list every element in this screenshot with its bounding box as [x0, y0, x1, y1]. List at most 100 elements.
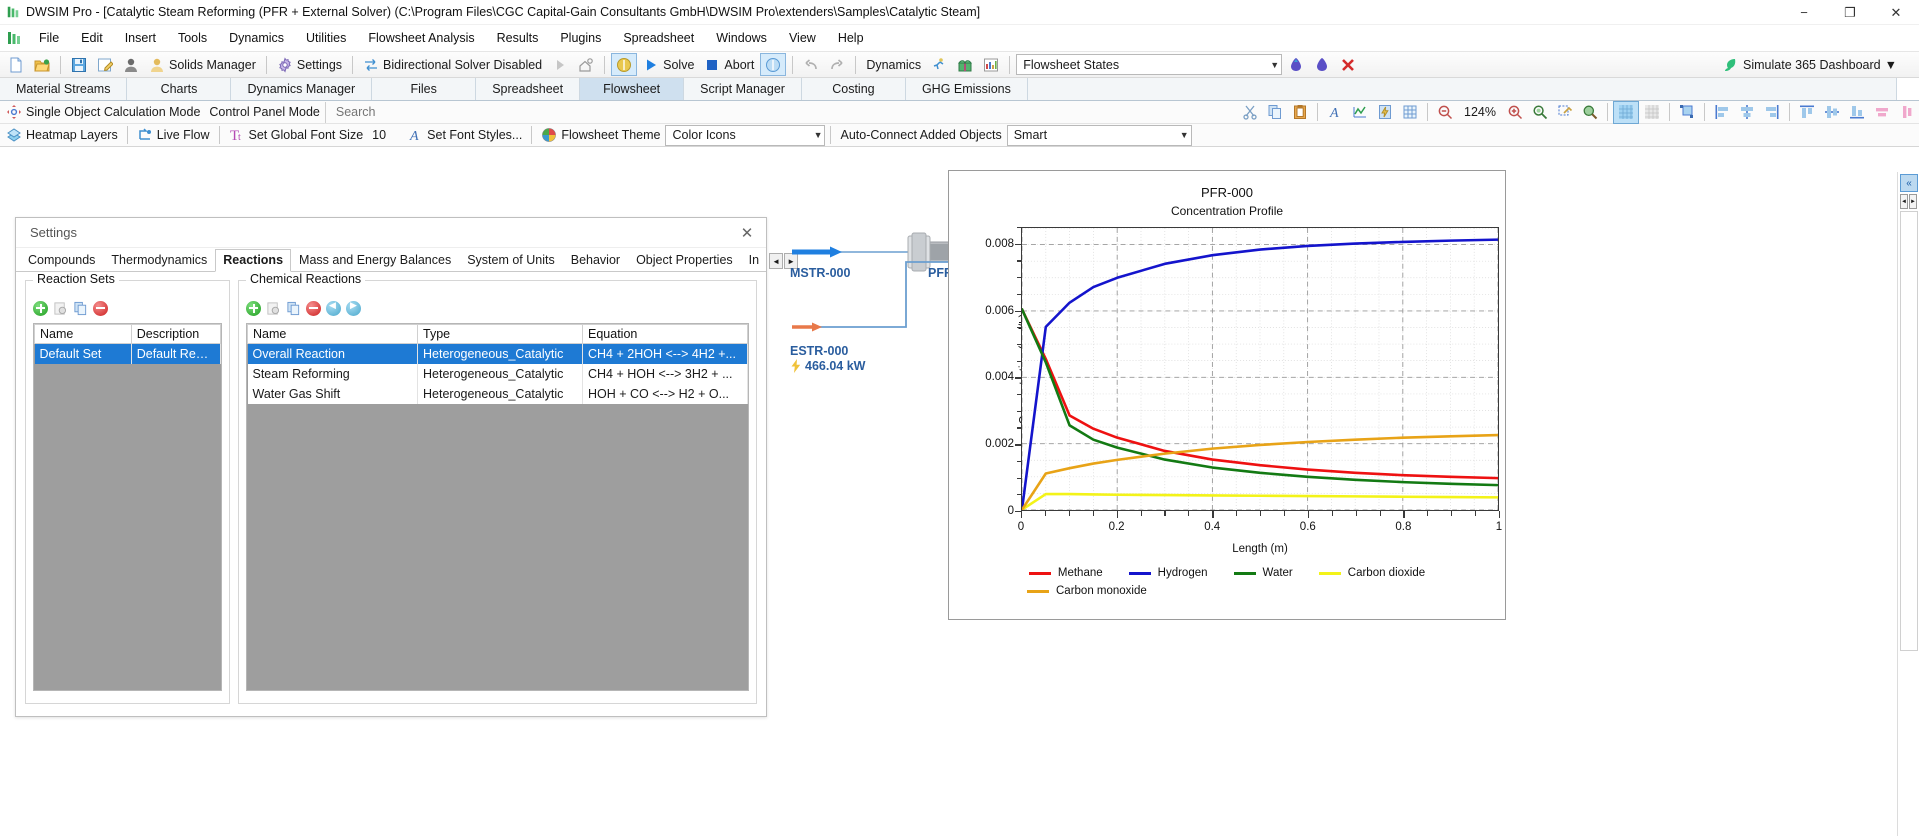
dock-prev-button[interactable]: ◄: [1900, 194, 1908, 209]
align-bottom-button[interactable]: [1845, 101, 1869, 124]
snap-toggle-button[interactable]: [1640, 101, 1664, 124]
plot-area[interactable]: [1020, 227, 1500, 511]
table-row[interactable]: Default Set Default Reaction ...: [34, 343, 221, 364]
save-button[interactable]: [67, 53, 91, 76]
solve-button[interactable]: Solve: [639, 53, 698, 76]
legend-item-methane[interactable]: Methane: [1028, 567, 1103, 579]
menu-item-dynamics[interactable]: Dynamics: [218, 28, 295, 48]
search-input[interactable]: [333, 104, 484, 120]
copy-reaction-set-button[interactable]: [73, 301, 88, 316]
column-header-name[interactable]: Name: [34, 324, 132, 344]
search-field-container[interactable]: [324, 101, 492, 123]
flowsheet-theme-combo[interactable]: Color Icons ▼: [665, 124, 826, 146]
flowsheet-states-combo[interactable]: Flowsheet States ▼: [1016, 54, 1283, 75]
collapse-panel-button[interactable]: «: [1900, 174, 1918, 192]
tab-costing[interactable]: Costing: [801, 78, 906, 100]
delete-state-button[interactable]: [1336, 53, 1360, 76]
menu-item-flowsheet-analysis[interactable]: Flowsheet Analysis: [357, 28, 485, 48]
align-middle-button[interactable]: [1820, 101, 1844, 124]
tab-charts[interactable]: Charts: [127, 78, 232, 100]
quick-action-button[interactable]: [1373, 101, 1397, 124]
menu-item-file[interactable]: File: [28, 28, 70, 48]
column-header-name[interactable]: Name: [247, 324, 418, 344]
tab-flowsheet[interactable]: Flowsheet: [580, 78, 685, 100]
dynamics-button[interactable]: Dynamics: [862, 53, 925, 76]
chart-tool-button[interactable]: [1348, 101, 1372, 124]
close-button[interactable]: ✕: [1873, 0, 1919, 25]
abort-button[interactable]: Abort: [700, 53, 758, 76]
column-header-type[interactable]: Type: [417, 324, 583, 344]
table-row[interactable]: Overall Reaction Heterogeneous_Catalytic…: [247, 343, 748, 364]
reaction-sets-grid[interactable]: Name Description Default Set Default Rea…: [33, 323, 222, 691]
undo-button[interactable]: [799, 53, 823, 76]
legend-item-water[interactable]: Water: [1233, 567, 1293, 579]
align-right-button[interactable]: [1760, 101, 1784, 124]
minimize-button[interactable]: −: [1781, 0, 1827, 25]
zoom-in-button[interactable]: [1503, 101, 1527, 124]
menu-item-results[interactable]: Results: [486, 28, 550, 48]
legend-item-carbon-monoxide[interactable]: Carbon monoxide: [1019, 585, 1435, 597]
tab-files[interactable]: Files: [372, 78, 477, 100]
auto-connect-combo[interactable]: Smart ▼: [1006, 124, 1192, 146]
control-panel-mode-button[interactable]: Control Panel Mode: [205, 101, 323, 124]
inlet-stream-graphic[interactable]: [792, 246, 910, 258]
edit-note-button[interactable]: [93, 53, 117, 76]
menu-item-edit[interactable]: Edit: [70, 28, 114, 48]
font-button[interactable]: A: [1323, 101, 1347, 124]
menu-item-view[interactable]: View: [778, 28, 827, 48]
redo-button[interactable]: [825, 53, 849, 76]
align-center-horizontal-button[interactable]: [1735, 101, 1759, 124]
new-file-button[interactable]: [4, 53, 28, 76]
delete-reaction-button[interactable]: [306, 300, 321, 316]
align-top-button[interactable]: [1795, 101, 1819, 124]
zoom-level-value[interactable]: 124%: [1458, 105, 1502, 119]
align-left-button[interactable]: [1710, 101, 1734, 124]
table-view-button[interactable]: [1398, 101, 1422, 124]
column-header-equation[interactable]: Equation: [582, 324, 748, 344]
edit-reaction-set-icon[interactable]: [53, 301, 68, 316]
solver-settings-button[interactable]: [574, 53, 598, 76]
tab-material-streams[interactable]: Material Streams: [0, 78, 128, 100]
add-reaction-set-button[interactable]: [33, 300, 48, 316]
live-flow-button[interactable]: Live Flow: [133, 124, 214, 147]
menu-item-plugins[interactable]: Plugins: [549, 28, 612, 48]
menu-item-utilities[interactable]: Utilities: [295, 28, 357, 48]
grid-toggle-button[interactable]: [1613, 100, 1639, 124]
dynamics-run-button[interactable]: [927, 53, 951, 76]
copy-button[interactable]: [1263, 101, 1287, 124]
dynamics-presets-button[interactable]: [953, 53, 977, 76]
tab-reactions[interactable]: Reactions: [215, 249, 292, 272]
tab-spreadsheet[interactable]: Spreadsheet: [476, 78, 581, 100]
legend-item-carbon-dioxide[interactable]: Carbon dioxide: [1318, 567, 1425, 579]
tab-mass-and-energy-balances[interactable]: Mass and Energy Balances: [291, 249, 459, 271]
menu-item-insert[interactable]: Insert: [114, 28, 167, 48]
dynamics-chart-button[interactable]: [979, 53, 1003, 76]
distribute-vertical-button[interactable]: [1895, 101, 1919, 124]
tab-thermodynamics[interactable]: Thermodynamics: [103, 249, 215, 271]
select-all-button[interactable]: [1553, 101, 1577, 124]
single-object-calculation-mode-button[interactable]: Single Object Calculation Mode: [2, 101, 204, 124]
column-header-description[interactable]: Description: [131, 324, 221, 344]
inlet-stream-label[interactable]: MSTR-000: [790, 266, 850, 280]
move-reaction-right-button[interactable]: [346, 300, 361, 316]
set-font-styles-button[interactable]: A Set Font Styles...: [403, 124, 526, 147]
simulate-365-dashboard-button[interactable]: Simulate 365 Dashboard ▼: [1719, 53, 1901, 76]
load-state-button[interactable]: [1310, 53, 1334, 76]
cut-button[interactable]: [1238, 101, 1262, 124]
solids-manager-button[interactable]: Solids Manager: [145, 53, 260, 76]
set-global-font-size-button[interactable]: T t Set Global Font Size: [225, 124, 368, 147]
user-profile-button[interactable]: [119, 53, 143, 76]
menu-item-spreadsheet[interactable]: Spreadsheet: [612, 28, 705, 48]
tab-script-manager[interactable]: Script Manager: [684, 78, 802, 100]
add-reaction-button[interactable]: [246, 300, 261, 316]
tab-ghg-emissions[interactable]: GHG Emissions: [905, 78, 1028, 100]
tab-compounds[interactable]: Compounds: [20, 249, 103, 271]
maximize-button[interactable]: ❐: [1827, 0, 1873, 25]
tab-system-of-units[interactable]: System of Units: [459, 249, 563, 271]
edit-reaction-icon[interactable]: [266, 301, 281, 316]
zoom-fit-button[interactable]: [1528, 101, 1552, 124]
zoom-region-button[interactable]: [1578, 101, 1602, 124]
heatmap-layers-button[interactable]: Heatmap Layers: [2, 124, 122, 147]
distribute-horizontal-button[interactable]: [1870, 101, 1894, 124]
paste-button[interactable]: [1288, 101, 1312, 124]
